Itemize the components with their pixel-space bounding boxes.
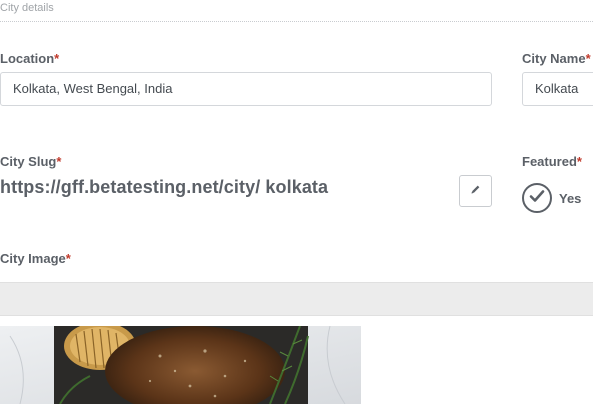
city-slug-value: https://gff.betatesting.net/city/ kolkat… (0, 177, 329, 197)
location-label: Location* (0, 51, 59, 66)
city-image-label-text: City Image (0, 251, 66, 266)
section-divider (0, 21, 593, 22)
required-mark: * (54, 51, 60, 66)
section-title: City details (0, 2, 54, 14)
featured-yes-label[interactable]: Yes (559, 191, 581, 206)
city-name-label-text: City Name (522, 51, 586, 66)
city-name-input[interactable]: Kolkata (522, 72, 593, 106)
city-name-label: City Name* (522, 51, 591, 66)
location-label-text: Location (0, 51, 55, 66)
city-image-preview (0, 326, 361, 404)
required-mark: * (585, 51, 591, 66)
image-upload-bar[interactable] (0, 282, 593, 316)
city-slug-label: City Slug* (0, 154, 61, 169)
featured-checkbox[interactable] (522, 183, 552, 213)
pencil-icon (470, 182, 481, 200)
location-input[interactable]: Kolkata, West Bengal, India (0, 72, 492, 106)
featured-label-text: Featured (522, 154, 577, 169)
city-image-label: City Image* (0, 251, 71, 266)
edit-slug-button[interactable] (459, 175, 492, 207)
required-mark: * (576, 154, 582, 169)
check-icon (529, 189, 545, 208)
featured-label: Featured* (522, 154, 582, 169)
city-slug-label-text: City Slug (0, 154, 57, 169)
required-mark: * (56, 154, 62, 169)
required-mark: * (65, 251, 71, 266)
